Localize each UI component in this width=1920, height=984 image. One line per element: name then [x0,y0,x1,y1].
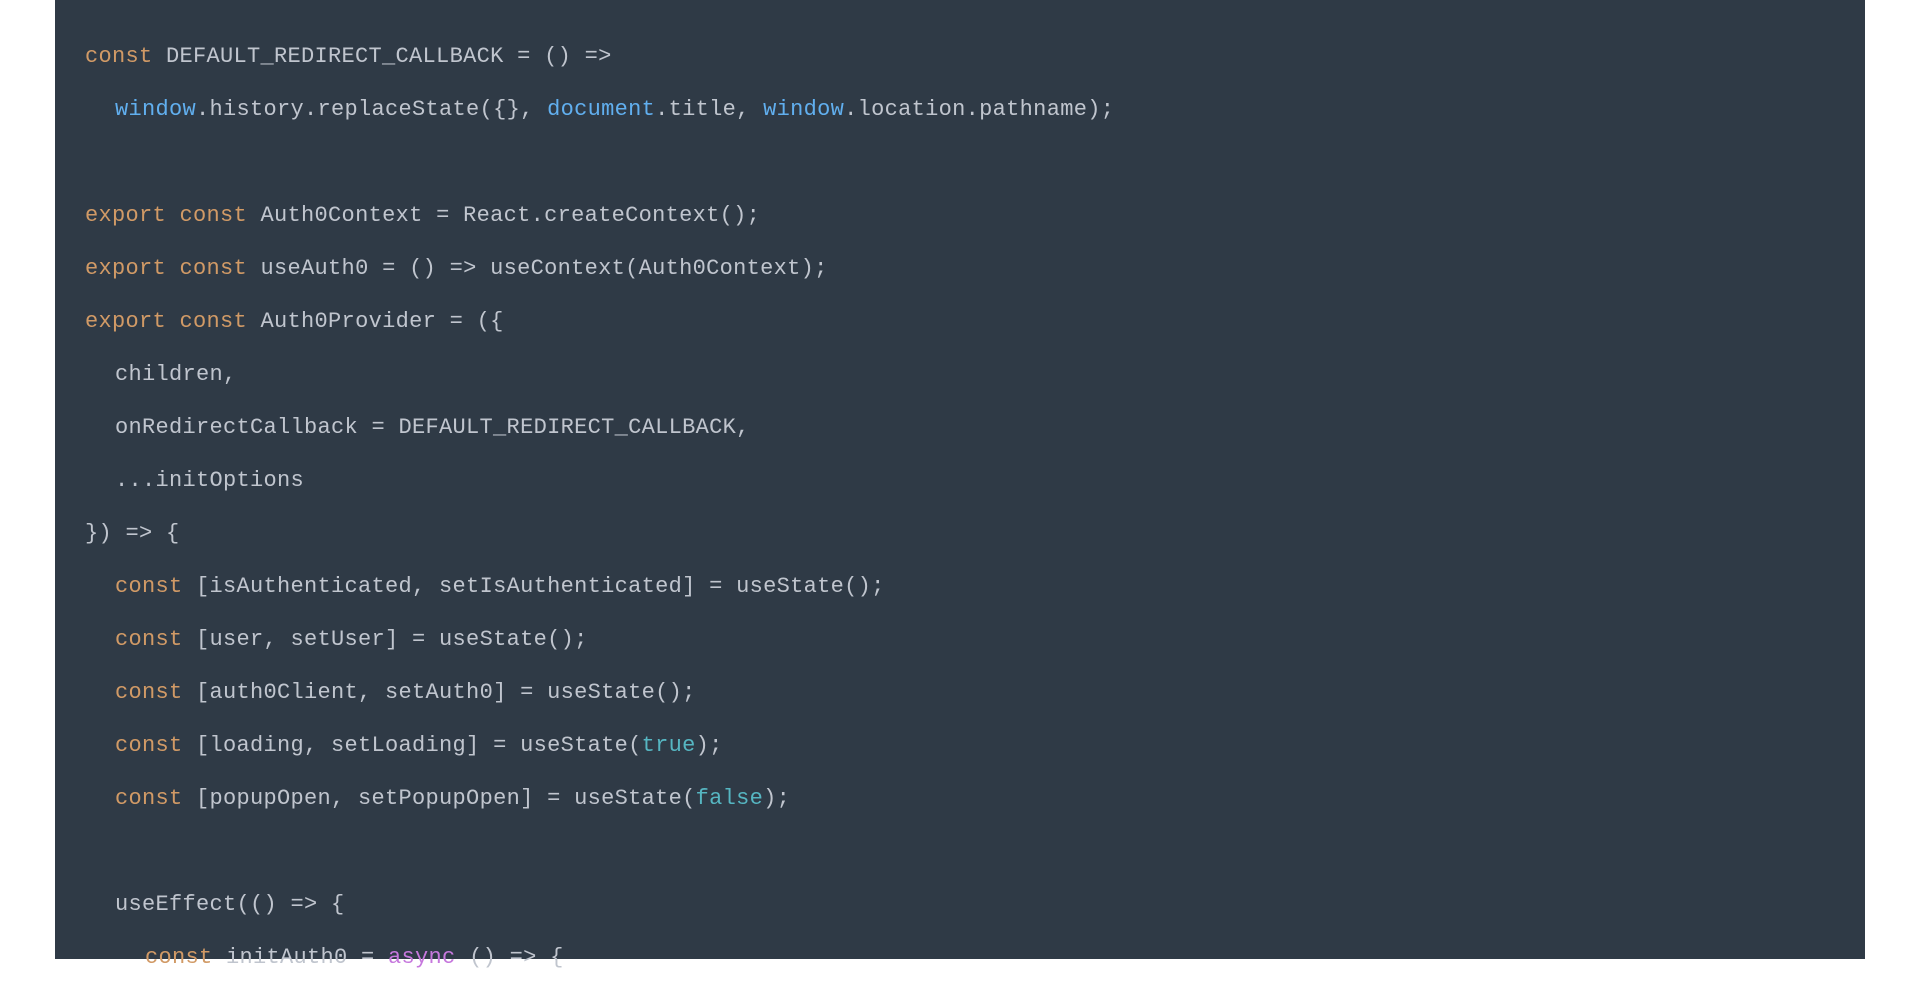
code-token [166,309,180,334]
code-line: }) => { [85,507,1835,560]
code-token: ); [696,733,723,758]
code-token: const [145,945,213,970]
code-token: const [115,574,183,599]
code-token: useAuth0 = () => useContext(Auth0Context… [247,256,828,281]
code-token: const [115,680,183,705]
code-line: const [loading, setLoading] = useState(t… [85,719,1835,772]
code-token: .history.replaceState({}, [196,97,547,122]
code-line: const initAuth0 = async () => { [85,931,1835,984]
code-token: initAuth0 = [213,945,389,970]
code-token: const [180,309,248,334]
code-token: const [180,203,248,228]
code-token: .title, [655,97,763,122]
code-token [166,203,180,228]
code-line: export const useAuth0 = () => useContext… [85,242,1835,295]
code-line: export const Auth0Context = React.create… [85,189,1835,242]
code-token: ...initOptions [115,468,304,493]
code-token: async [388,945,456,970]
code-token: [user, setUser] = useState(); [183,627,588,652]
code-token: Auth0Context = React.createContext(); [247,203,760,228]
code-token [166,256,180,281]
code-line: window.history.replaceState({}, document… [85,83,1835,136]
code-line: const [user, setUser] = useState(); [85,613,1835,666]
code-token: const [180,256,248,281]
code-line: const [popupOpen, setPopupOpen] = useSta… [85,772,1835,825]
code-line: const [auth0Client, setAuth0] = useState… [85,666,1835,719]
code-token: window [763,97,844,122]
code-token: onRedirectCallback = DEFAULT_REDIRECT_CA… [115,415,750,440]
code-token: [auth0Client, setAuth0] = useState(); [183,680,696,705]
code-token: .location.pathname); [844,97,1114,122]
code-token: window [115,97,196,122]
code-token [85,839,99,864]
code-line [85,825,1835,878]
code-token: ); [763,786,790,811]
code-line: const DEFAULT_REDIRECT_CALLBACK = () => [85,30,1835,83]
code-token: false [696,786,764,811]
code-block: const DEFAULT_REDIRECT_CALLBACK = () =>w… [55,0,1865,959]
code-token: const [115,786,183,811]
code-token: true [642,733,696,758]
code-token: () => { [456,945,564,970]
code-line: onRedirectCallback = DEFAULT_REDIRECT_CA… [85,401,1835,454]
code-token: const [115,627,183,652]
code-token: [popupOpen, setPopupOpen] = useState( [183,786,696,811]
code-token: children, [115,362,237,387]
code-token: DEFAULT_REDIRECT_CALLBACK = () => [153,44,612,69]
code-token: export [85,256,166,281]
code-line [85,136,1835,189]
code-token: [loading, setLoading] = useState( [183,733,642,758]
code-token: export [85,203,166,228]
code-token: const [115,733,183,758]
code-line: export const Auth0Provider = ({ [85,295,1835,348]
code-token: document [547,97,655,122]
code-token: Auth0Provider = ({ [247,309,504,334]
code-token: [isAuthenticated, setIsAuthenticated] = … [183,574,885,599]
code-token: export [85,309,166,334]
code-line: ...initOptions [85,454,1835,507]
code-token: const [85,44,153,69]
code-token [85,150,99,175]
code-token: }) => { [85,521,180,546]
code-line: useEffect(() => { [85,878,1835,931]
code-line: const [isAuthenticated, setIsAuthenticat… [85,560,1835,613]
code-line: children, [85,348,1835,401]
code-token: useEffect(() => { [115,892,345,917]
